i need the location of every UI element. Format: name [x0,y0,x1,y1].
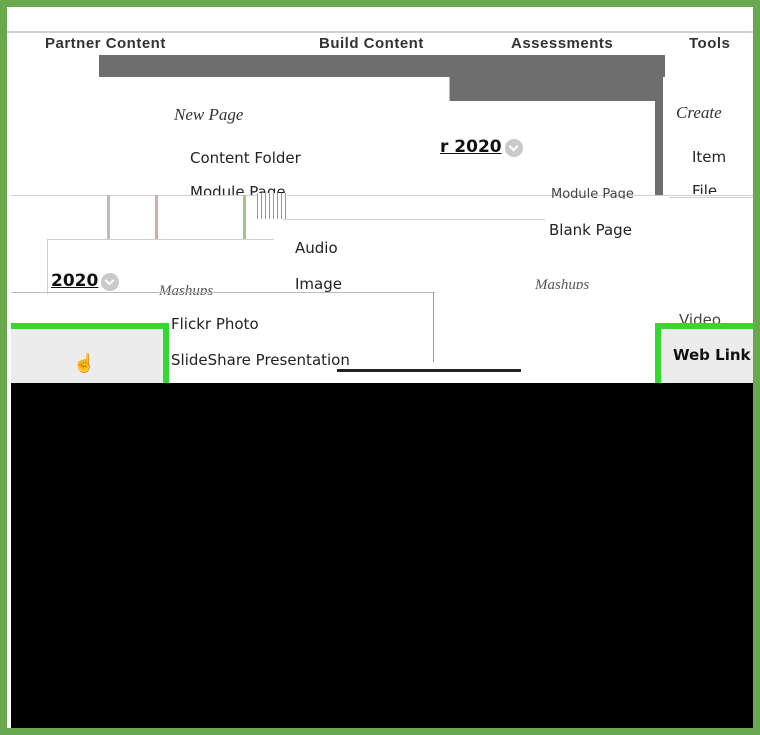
hand-pointer-icon: ☝ [73,353,96,373]
mashups-heading-left: Mashups [159,283,214,295]
create-divider [669,197,753,198]
redacted-region [11,383,753,728]
new-page-heading: New Page [174,105,244,124]
menu-divider [11,292,435,293]
build-content-menu-top [11,77,450,193]
date-header-left: 2020 [51,271,120,291]
menu-item-flickr-photo[interactable]: Flickr Photo [171,315,259,333]
create-heading: Create [676,103,722,122]
nav-assessments[interactable]: Assessments [511,35,613,52]
nav-build-content[interactable]: Build Content [319,35,424,52]
menu-shadow-band-2 [447,77,657,101]
screenshot-frame: Partner Content Build Content Assessment… [0,0,760,735]
sliver [155,195,158,239]
row-divider [11,195,753,196]
chevron-down-icon[interactable] [504,138,523,157]
sliver [107,195,110,239]
date-label[interactable]: r 2020 [440,137,502,157]
menu-shadow-band [99,55,665,77]
date-label-left[interactable]: 2020 [51,271,98,291]
date-header-right: r 2020 [440,137,523,157]
nav-tools[interactable]: Tools [689,35,730,52]
create-menu-top [663,77,753,197]
drag-line [337,369,521,372]
chevron-down-icon[interactable] [101,272,120,291]
menu-item-content-folder[interactable]: Content Folder [190,149,301,167]
garbled-strip [257,193,287,219]
menu-item-item[interactable]: Item [692,148,726,166]
menu-item-file[interactable]: File [692,182,717,194]
mashups-heading-right: Mashups [535,277,590,289]
menu-item-blank-page[interactable]: Blank Page [549,221,632,239]
menu-item-web-link[interactable]: Web Link [673,346,751,364]
menu-item-video[interactable]: Video [679,311,721,323]
nav-partner-content[interactable]: Partner Content [45,35,166,52]
sliver [243,195,246,239]
menu-item-image[interactable]: Image [295,275,342,293]
menu-item-audio[interactable]: Audio [295,239,338,257]
course-navbar: Partner Content Build Content Assessment… [7,31,753,57]
menu-item-slideshare[interactable]: SlideShare Presentation [171,351,350,369]
menu-item-module-page-right[interactable]: Module Page [551,187,634,199]
menu-shadow-edge [655,77,663,195]
menu-edge [433,292,434,362]
